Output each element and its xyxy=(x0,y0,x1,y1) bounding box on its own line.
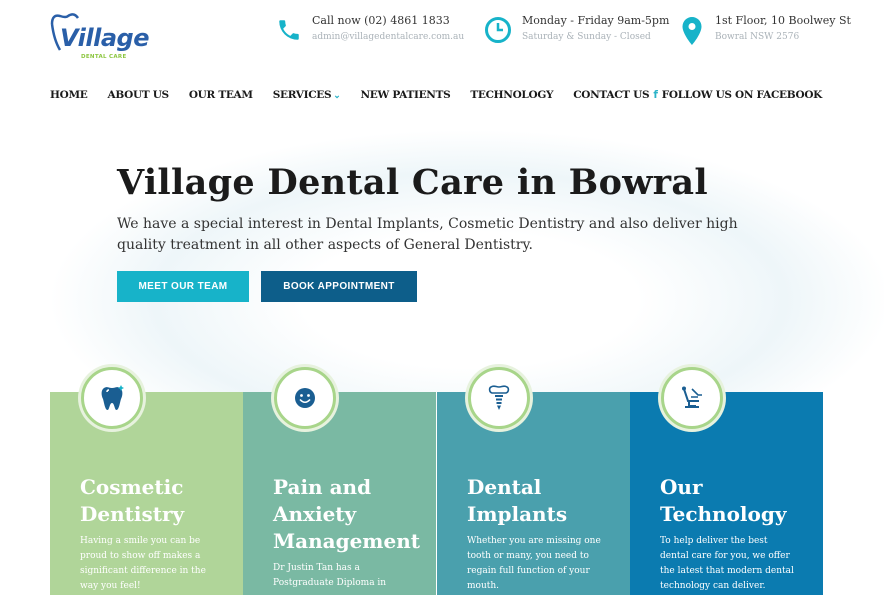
badge-cosmetic xyxy=(81,367,143,429)
nav-technology[interactable]: TECHNOLOGY xyxy=(470,89,553,101)
phone-icon xyxy=(279,20,299,40)
facebook-icon: f xyxy=(653,89,658,101)
main-nav: HOME ABOUT US OUR TEAM SERVICES ⌄ NEW PAT… xyxy=(50,89,669,101)
dental-chair-icon xyxy=(682,386,702,408)
logo-subtitle: DENTAL CARE xyxy=(81,54,127,60)
hero-description: We have a special interest in Dental Imp… xyxy=(117,216,738,253)
card-title: Cosmetic Dentistry xyxy=(80,475,185,526)
nav-about-us[interactable]: ABOUT US xyxy=(108,89,170,101)
nav-services[interactable]: SERVICES ⌄ xyxy=(273,89,341,101)
nav-our-team[interactable]: OUR TEAM xyxy=(189,89,253,101)
phone-number[interactable]: Call now (02) 4861 1833 xyxy=(312,14,450,27)
badge-technology xyxy=(661,367,723,429)
chevron-down-icon: ⌄ xyxy=(333,91,341,101)
logo[interactable]: Village DENTAL CARE xyxy=(48,10,149,62)
clock-icon xyxy=(485,17,511,43)
card-text: Having a smile you can be proud to show … xyxy=(80,536,206,591)
book-appointment-button[interactable]: BOOK APPOINTMENT xyxy=(261,271,417,302)
card-text: Dr Justin Tan has a Postgraduate Diploma… xyxy=(273,563,387,588)
email-address[interactable]: admin@villagedentalcare.com.au xyxy=(312,32,464,42)
card-cosmetic-dentistry[interactable]: Cosmetic Dentistry Having a smile you ca… xyxy=(50,392,243,595)
hero-title: Village Dental Care in Bowral xyxy=(117,162,708,203)
nav-services-label: SERVICES xyxy=(272,89,332,101)
address-street: 1st Floor, 10 Boolwey St xyxy=(715,14,851,27)
map-pin-icon xyxy=(682,17,702,45)
hours-weekday: Monday - Friday 9am-5pm xyxy=(522,14,670,27)
implant-icon xyxy=(488,385,510,410)
facebook-link[interactable]: f FOLLOW US ON FACEBOOK xyxy=(653,89,822,101)
nav-home[interactable]: HOME xyxy=(50,89,88,101)
card-title: Dental Implants xyxy=(467,475,568,526)
badge-pain xyxy=(274,367,336,429)
smiley-icon xyxy=(295,388,315,408)
card-our-technology[interactable]: Our Technology To help deliver the best … xyxy=(630,392,823,595)
address-suburb: Bowral NSW 2576 xyxy=(715,32,800,42)
facebook-label: FOLLOW US ON FACEBOOK xyxy=(661,89,823,101)
card-text: To help deliver the best dental care for… xyxy=(660,536,794,591)
card-text: Whether you are missing one tooth or man… xyxy=(467,536,601,591)
nav-new-patients[interactable]: NEW PATIENTS xyxy=(361,89,451,101)
logo-word: Village xyxy=(60,24,149,52)
nav-contact-us[interactable]: CONTACT US xyxy=(573,89,649,101)
card-title: Pain and Anxiety Management xyxy=(273,475,420,553)
card-dental-implants[interactable]: Dental Implants Whether you are missing … xyxy=(437,392,630,595)
badge-implants xyxy=(468,367,530,429)
hours-weekend: Saturday & Sunday - Closed xyxy=(522,32,651,42)
tooth-icon xyxy=(101,385,124,410)
card-pain-anxiety[interactable]: Pain and Anxiety Management Dr Justin Ta… xyxy=(243,392,436,595)
card-title: Our Technology xyxy=(660,475,787,526)
meet-our-team-button[interactable]: MEET OUR TEAM xyxy=(117,271,249,302)
